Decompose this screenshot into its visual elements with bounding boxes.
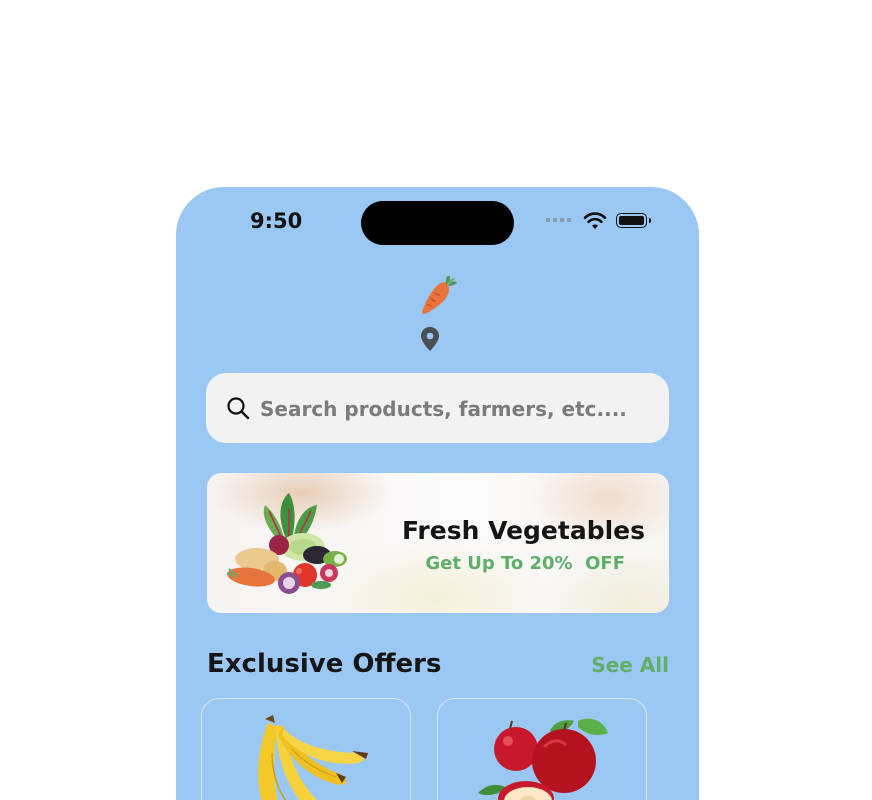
product-card-bananas[interactable] [201,698,411,800]
status-icons [546,211,656,231]
banner-title: Fresh Vegetables [401,516,645,545]
phone-screen: 9:50 Search products, farmers, etc.... F… [176,187,699,800]
wifi-icon [583,212,607,229]
red-apples-image [478,718,608,800]
bananas-image [258,715,368,800]
banner-subtitle: Get Up To 20% OFF [425,553,625,574]
battery-icon [616,213,651,228]
exclusive-offers-title: Exclusive Offers [207,649,442,679]
see-all-link[interactable]: See All [591,653,669,677]
cellular-signal-icon [546,218,571,222]
location-pin-icon[interactable] [419,326,441,352]
dynamic-island [361,201,514,245]
vegetables-image [226,493,347,594]
product-card-apples[interactable] [437,698,647,800]
carrot-icon [422,275,457,314]
promo-banner[interactable]: Fresh Vegetables Get Up To 20% OFF [207,473,669,613]
status-time: 9:50 [250,209,303,233]
search-input[interactable] [258,390,657,428]
search-icon [227,397,250,420]
search-bar[interactable] [206,373,669,443]
